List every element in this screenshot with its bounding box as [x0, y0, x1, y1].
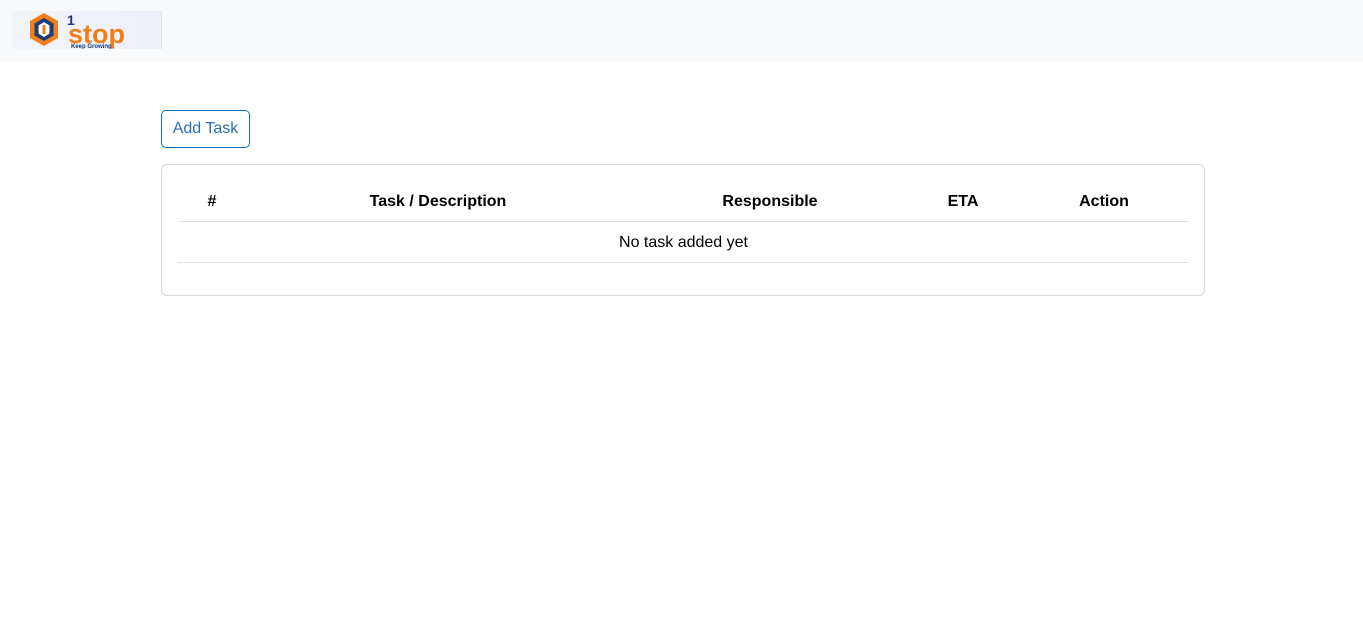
brand-logo[interactable]: 1 stop Keep Growing	[12, 11, 162, 49]
column-header-responsible: Responsible	[722, 193, 818, 210]
add-task-button[interactable]: Add Task	[161, 110, 250, 148]
logo-graphic: 1 stop Keep Growing	[30, 12, 125, 49]
column-header-action: Action	[1079, 193, 1129, 210]
empty-message: No task added yet	[619, 234, 748, 251]
svg-text:Keep Growing: Keep Growing	[71, 44, 112, 49]
table-header-row: # Task / Description Responsible ETA Act…	[178, 181, 1189, 222]
task-table-card: # Task / Description Responsible ETA Act…	[161, 164, 1205, 296]
column-header-eta: ETA	[947, 193, 979, 210]
top-navbar: 1 stop Keep Growing	[0, 0, 1363, 62]
column-header-task: Task / Description	[369, 193, 507, 210]
empty-table-row: No task added yet	[178, 222, 1189, 263]
column-header-number: #	[207, 193, 217, 210]
task-table: # Task / Description Responsible ETA Act…	[178, 181, 1189, 263]
